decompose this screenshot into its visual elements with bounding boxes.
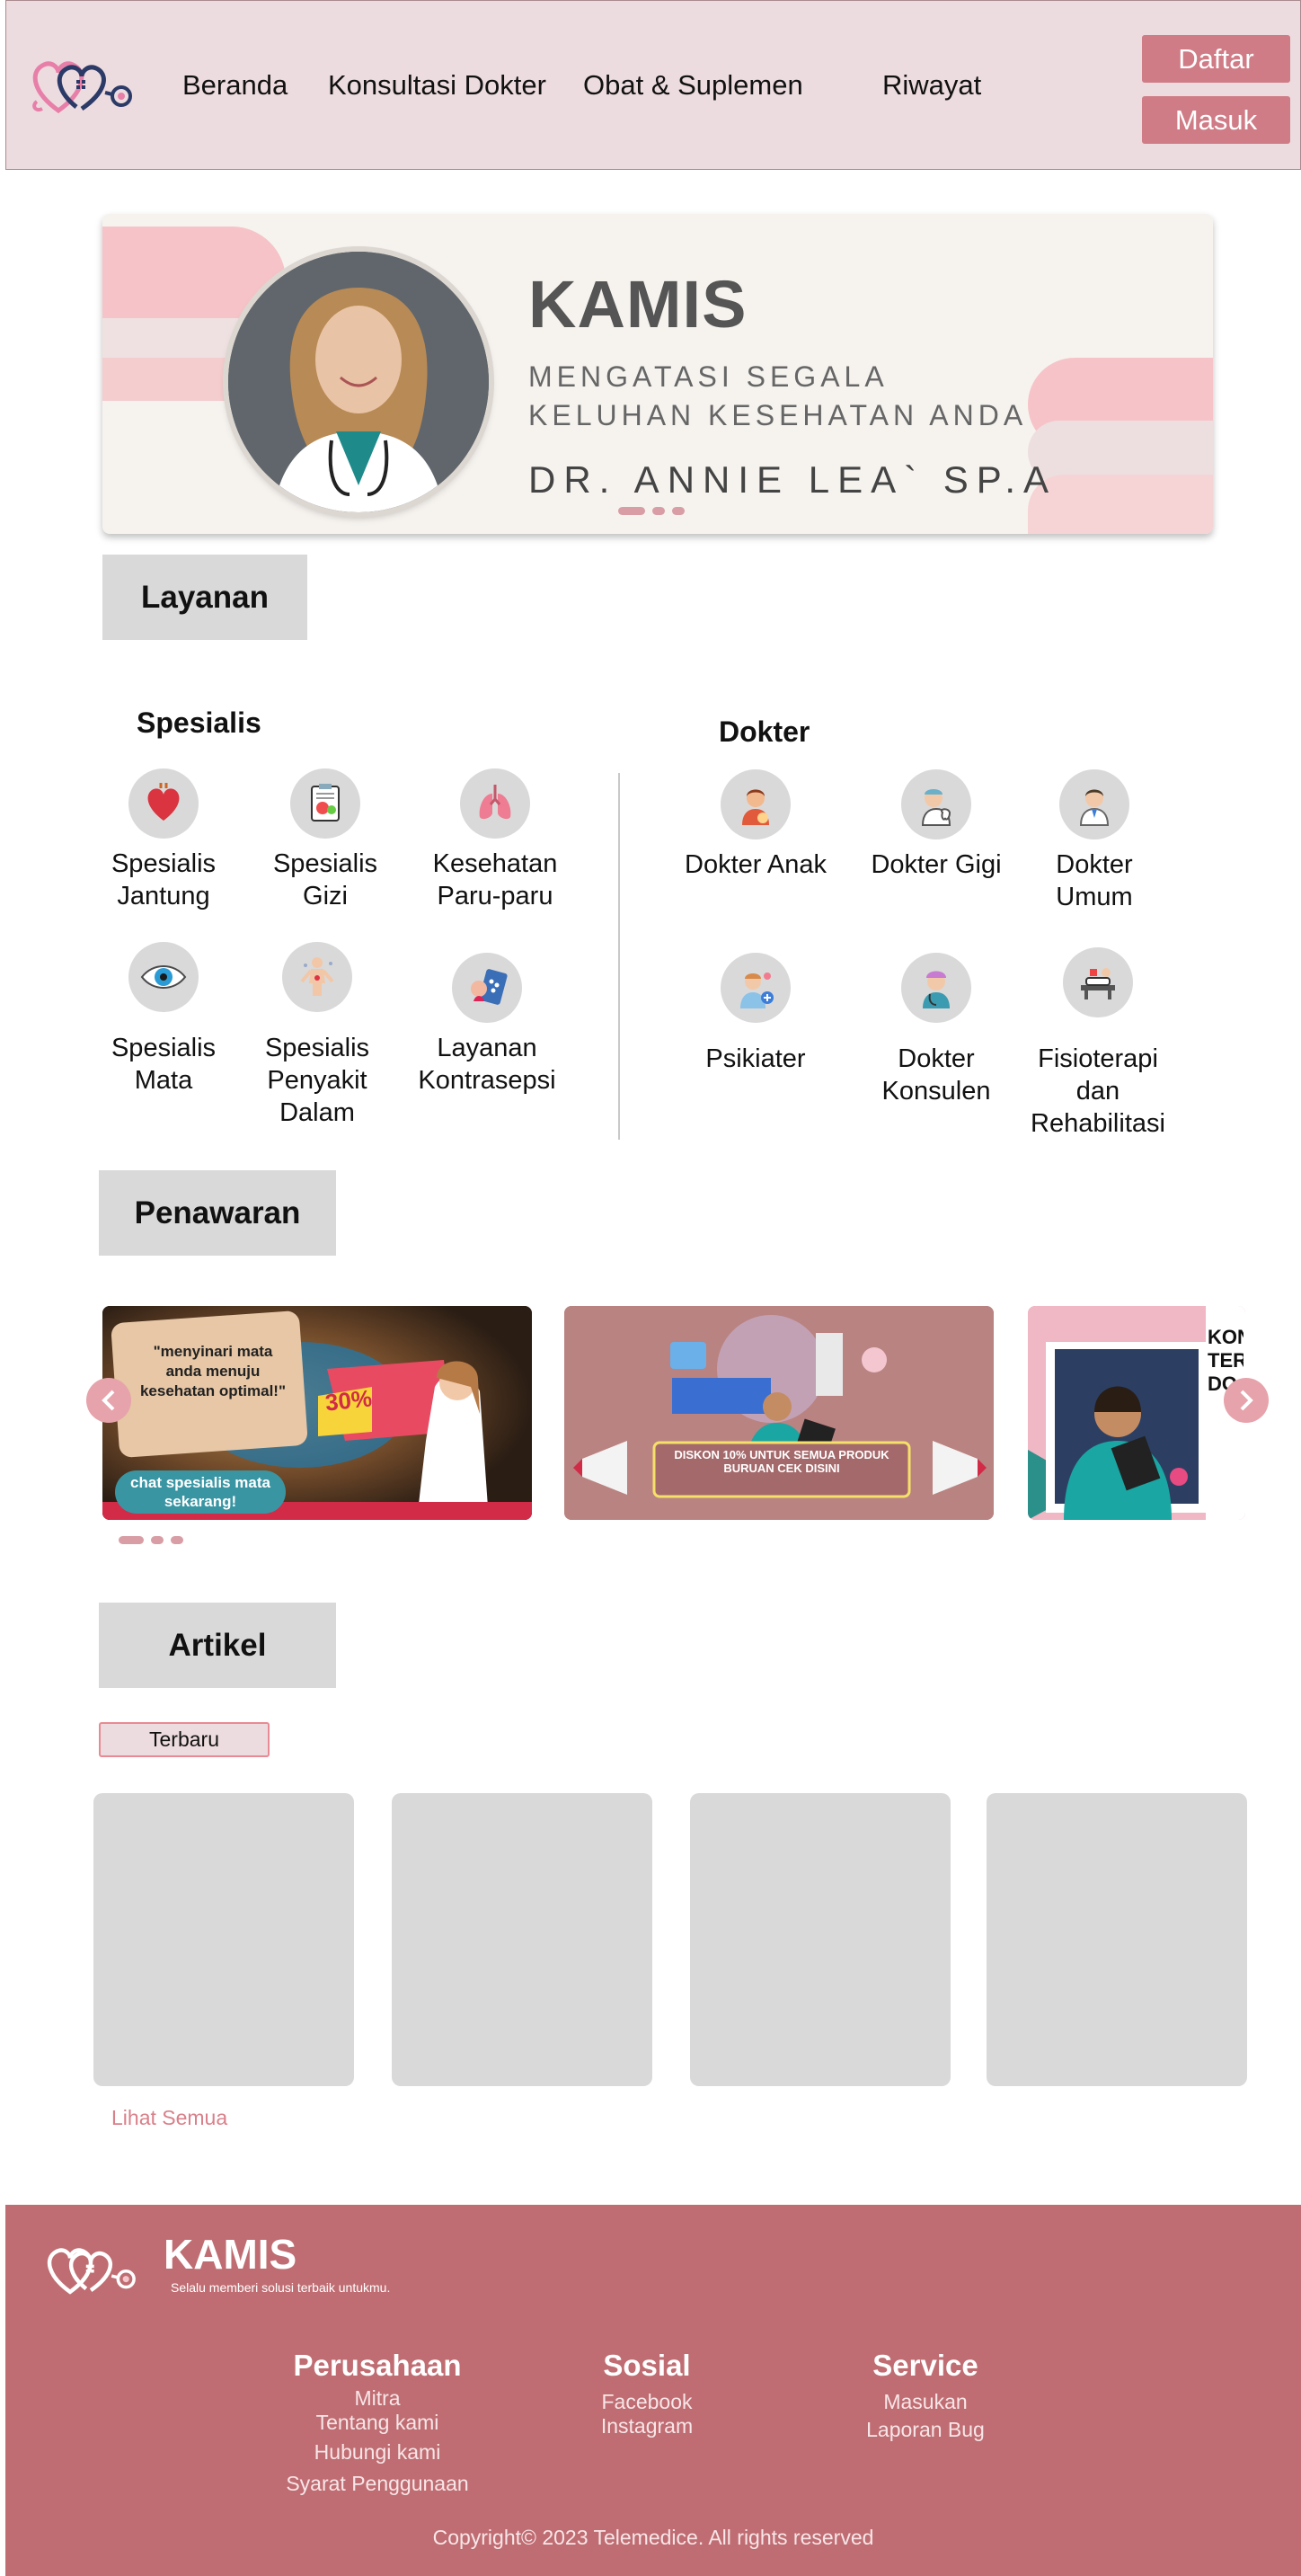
service-spesialis-mata[interactable]: Spesialis Mata xyxy=(87,942,240,1097)
nav-obat-suplemen[interactable]: Obat & Suplemen xyxy=(583,69,803,102)
footer-logo-icon[interactable] xyxy=(41,2241,142,2298)
footer: KAMIS Selalu memberi solusi terbaik untu… xyxy=(5,2205,1301,2576)
article-card[interactable] xyxy=(987,1793,1247,2086)
carousel-dot[interactable] xyxy=(652,507,665,515)
article-card[interactable] xyxy=(392,1793,652,2086)
psychiatrist-icon xyxy=(721,953,791,1023)
service-dokter-gigi[interactable]: Dokter Gigi xyxy=(860,769,1013,881)
service-label: Layanan Kontrasepsi xyxy=(418,1034,556,1095)
daftar-button[interactable]: Daftar xyxy=(1142,35,1290,83)
footer-link-masukan[interactable]: Masukan xyxy=(836,2390,1015,2414)
footer-col-sosial: Sosial Facebook Instagram xyxy=(557,2349,737,2438)
masuk-button[interactable]: Masuk xyxy=(1142,96,1290,144)
pediatrician-icon xyxy=(721,769,791,839)
service-psikiater[interactable]: Psikiater xyxy=(679,953,832,1075)
service-dokter-umum[interactable]: Dokter Umum xyxy=(1018,769,1171,913)
dokter-heading: Dokter xyxy=(719,715,810,748)
offer-dot[interactable] xyxy=(151,1536,164,1544)
footer-link-tentang[interactable]: Tentang kami xyxy=(252,2411,503,2435)
filter-terbaru-button[interactable]: Terbaru xyxy=(99,1722,270,1757)
service-layanan-kontrasepsi[interactable]: Layanan Kontrasepsi xyxy=(411,953,563,1097)
discount-badge: 30% xyxy=(323,1384,374,1417)
nav-konsultasi-dokter[interactable]: Konsultasi Dokter xyxy=(328,69,546,102)
body-icon xyxy=(282,942,352,1012)
service-spesialis-jantung[interactable]: Spesialis Jantung xyxy=(87,768,240,912)
general-doctor-icon xyxy=(1059,769,1129,839)
eye-icon xyxy=(128,942,199,1012)
hero-subtitle: MENGATASI SEGALA KELUHAN KESEHATAN ANDA xyxy=(528,360,1028,431)
top-navbar: Beranda Konsultasi Dokter Obat & Supleme… xyxy=(5,0,1301,170)
copyright: Copyright© 2023 Telemedice. All rights r… xyxy=(432,2526,874,2549)
service-kesehatan-paru[interactable]: Kesehatan Paru-paru xyxy=(419,768,571,912)
footer-tagline: Selalu memberi solusi terbaik untukmu. xyxy=(171,2280,391,2295)
nav-beranda[interactable]: Beranda xyxy=(182,69,288,102)
footer-heading: Perusahaan xyxy=(293,2349,462,2382)
physiotherapy-icon xyxy=(1063,947,1133,1017)
hero-doctor-name: DR. ANNIE LEA` SP.A xyxy=(528,458,1058,501)
offer-banner-konsultasi[interactable]: KON TER DO xyxy=(1028,1306,1245,1520)
consultant-icon xyxy=(901,953,971,1023)
service-fisioterapi[interactable]: Fisioterapi dan Rehabilitasi xyxy=(1022,947,1174,1140)
nutrition-icon xyxy=(290,768,360,839)
service-label: Psikiater xyxy=(705,1044,806,1073)
footer-link-syarat[interactable]: Syarat Penggunaan xyxy=(252,2472,503,2496)
chat-spesialis-mata-button[interactable]: chat spesialis mata sekarang! xyxy=(115,1470,286,1514)
carousel-dot[interactable] xyxy=(672,507,685,515)
footer-link-instagram[interactable]: Instagram xyxy=(557,2414,737,2438)
footer-col-perusahaan: Perusahaan Mitra Tentang kami Hubungi ka… xyxy=(252,2349,503,2496)
spesialis-heading: Spesialis xyxy=(137,706,261,739)
dentist-icon xyxy=(901,769,971,839)
footer-link-laporan-bug[interactable]: Laporan Bug xyxy=(836,2418,1015,2442)
footer-link-hubungi[interactable]: Hubungi kami xyxy=(252,2440,503,2465)
service-label: Spesialis Mata xyxy=(111,1034,217,1095)
pharmacy-promo-image xyxy=(564,1306,994,1520)
hero-title: KAMIS xyxy=(528,267,748,342)
column-divider xyxy=(618,773,620,1140)
lungs-icon xyxy=(460,768,530,839)
lihat-semua-link[interactable]: Lihat Semua xyxy=(111,2106,227,2130)
footer-brand: KAMIS xyxy=(164,2231,297,2278)
carousel-dot-active[interactable] xyxy=(618,507,645,515)
article-card[interactable] xyxy=(93,1793,354,2086)
service-spesialis-gizi[interactable]: Spesialis Gizi xyxy=(249,768,402,912)
service-label: Spesialis Jantung xyxy=(111,849,217,910)
footer-col-service: Service Masukan Laporan Bug xyxy=(836,2349,1015,2442)
layanan-heading: Layanan xyxy=(102,555,307,640)
footer-heading: Sosial xyxy=(603,2349,691,2382)
carousel-prev-button[interactable] xyxy=(86,1378,131,1423)
artikel-heading: Artikel xyxy=(99,1603,336,1688)
service-label: Dokter Anak xyxy=(685,850,827,879)
service-label: Dokter Konsulen xyxy=(881,1044,991,1106)
chevron-right-icon xyxy=(1240,1390,1253,1411)
offer-dot-active[interactable] xyxy=(119,1536,144,1544)
offer-banner-mata[interactable]: "menyinari mata anda menuju kesehatan op… xyxy=(102,1306,532,1520)
service-label: Dokter Umum xyxy=(1056,850,1133,911)
penawaran-heading: Penawaran xyxy=(99,1170,336,1256)
logo-icon[interactable] xyxy=(26,53,139,118)
service-label: Kesehatan Paru-paru xyxy=(432,849,558,910)
service-dokter-anak[interactable]: Dokter Anak xyxy=(679,769,832,881)
footer-link-mitra[interactable]: Mitra xyxy=(252,2386,503,2411)
offer-banner-diskon[interactable]: DISKON 10% UNTUK SEMUA PRODUK BURUAN CEK… xyxy=(564,1306,994,1520)
service-label: Spesialis Gizi xyxy=(272,849,378,910)
service-penyakit-dalam[interactable]: Spesialis Penyakit Dalam xyxy=(241,942,394,1129)
chevron-left-icon xyxy=(102,1390,115,1411)
service-label: Dokter Gigi xyxy=(871,850,1002,879)
offer-dot[interactable] xyxy=(171,1536,183,1544)
hero-banner: KAMIS MENGATASI SEGALA KELUHAN KESEHATAN… xyxy=(102,214,1213,534)
doctor-photo xyxy=(228,252,489,512)
service-label: Fisioterapi dan Rehabilitasi xyxy=(1031,1044,1165,1138)
service-dokter-konsulen[interactable]: Dokter Konsulen xyxy=(860,953,1013,1107)
footer-link-facebook[interactable]: Facebook xyxy=(557,2390,737,2414)
footer-heading: Service xyxy=(872,2349,978,2382)
heart-icon xyxy=(128,768,199,839)
article-card[interactable] xyxy=(690,1793,951,2086)
nav-riwayat[interactable]: Riwayat xyxy=(882,69,981,102)
discount-text: DISKON 10% UNTUK SEMUA PRODUK BURUAN CEK… xyxy=(674,1448,889,1475)
carousel-next-button[interactable] xyxy=(1224,1378,1269,1423)
offer-quote: "menyinari mata anda menuju kesehatan op… xyxy=(139,1343,287,1399)
service-label: Spesialis Penyakit Dalam xyxy=(264,1034,370,1127)
contraception-icon xyxy=(452,953,522,1023)
